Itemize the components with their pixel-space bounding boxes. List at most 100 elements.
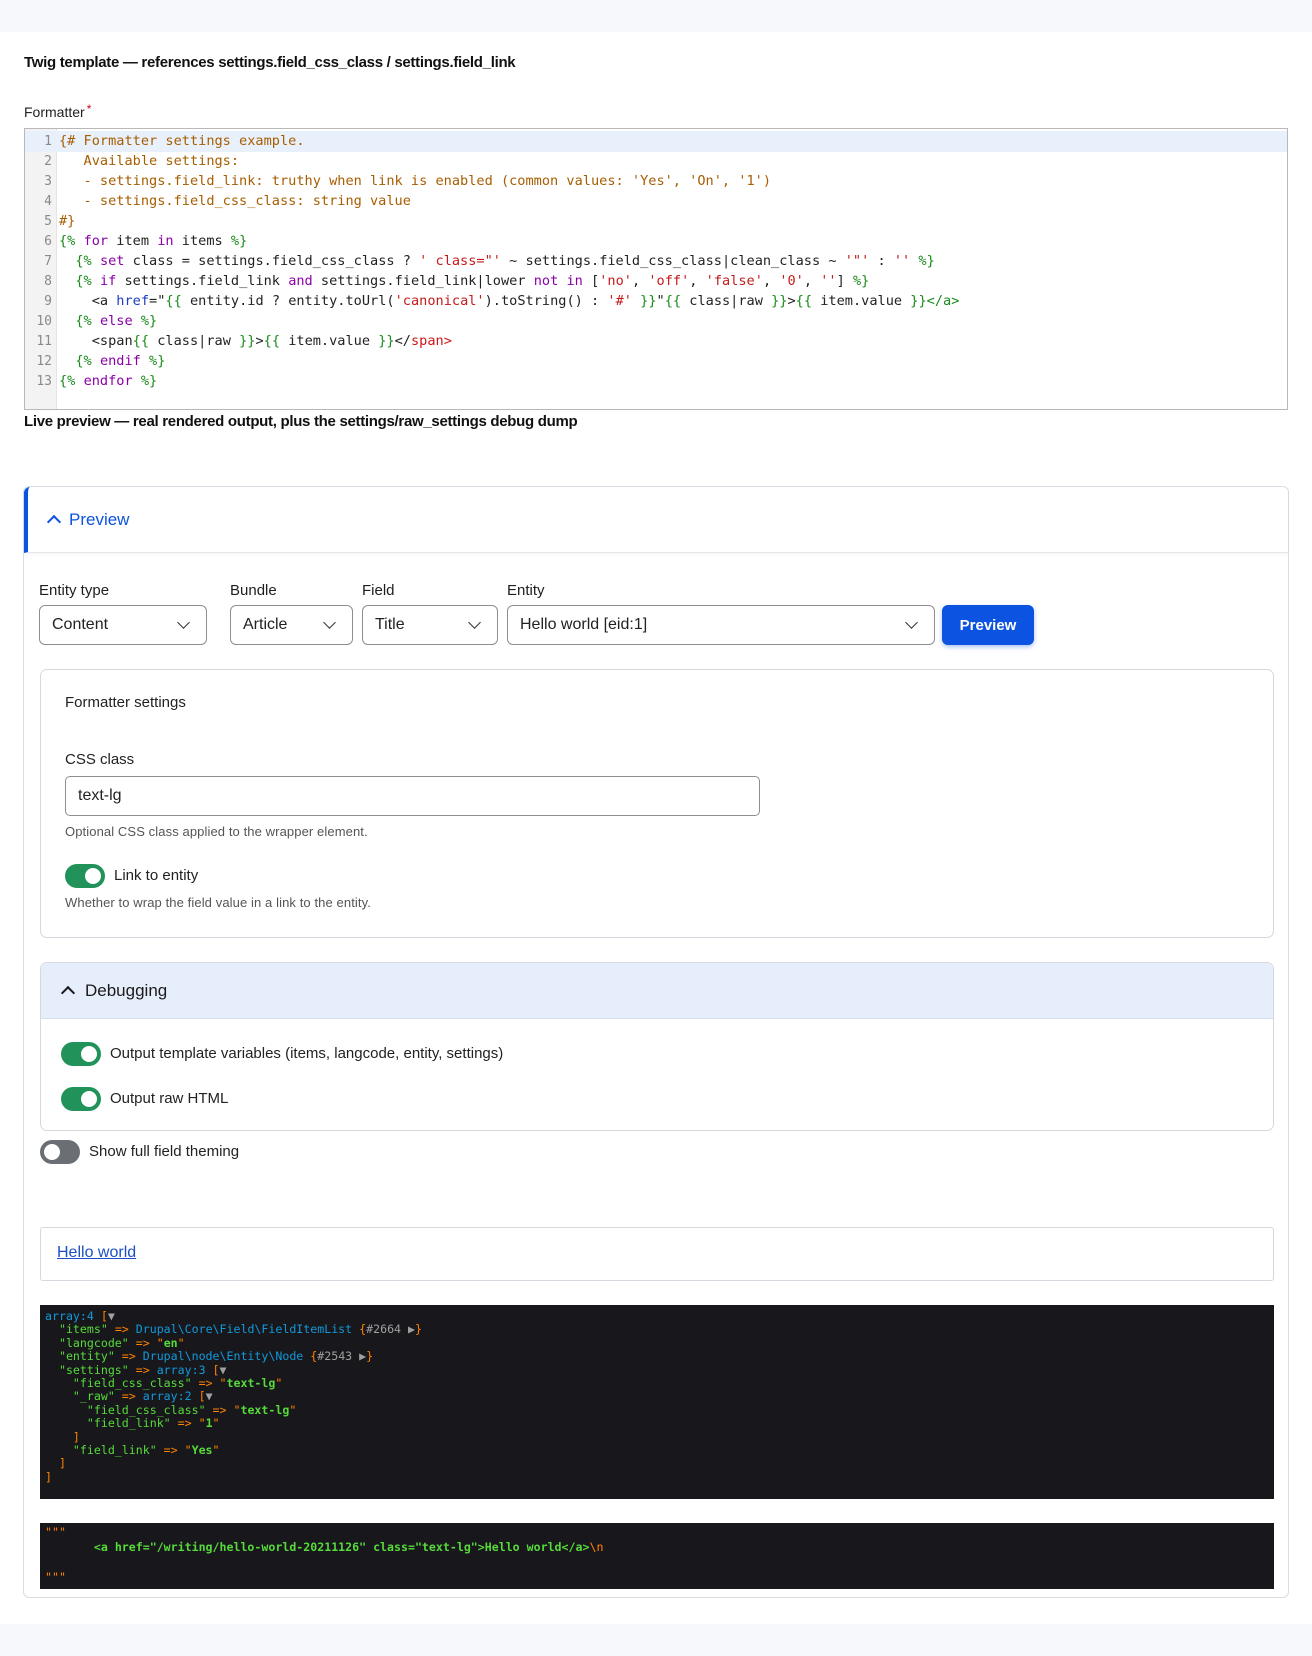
css-class-help: Optional CSS class applied to the wrappe… xyxy=(65,824,368,839)
preview-toggle[interactable]: Preview xyxy=(24,487,1288,553)
code-line[interactable]: 4 - settings.field_css_class: string val… xyxy=(25,191,1287,212)
chevron-down-icon xyxy=(177,616,190,629)
line-number: 12 xyxy=(36,354,52,369)
link-to-entity-label: Link to entity xyxy=(114,867,199,884)
debugging-box: Debugging Output template variables (ite… xyxy=(40,962,1274,1131)
code-line[interactable]: 13 {% endfor %} xyxy=(25,371,1287,392)
dump-line: array:4 [▼ xyxy=(45,1309,115,1323)
code-text: <a href="{{ entity.id ? entity.toUrl('ca… xyxy=(59,293,960,309)
css-class-input[interactable] xyxy=(65,776,760,816)
link-to-entity-toggle[interactable] xyxy=(65,864,105,888)
formatter-settings-box: Formatter settings CSS class Optional CS… xyxy=(40,669,1274,938)
line-number: 11 xyxy=(36,334,52,349)
css-class-label: CSS class xyxy=(65,751,135,768)
code-line[interactable]: 5 #} xyxy=(25,211,1287,232)
debugging-title: Debugging xyxy=(85,981,168,1000)
rendered-hello-world-link[interactable]: Hello world xyxy=(57,1244,136,1262)
dump-line: ] xyxy=(45,1456,66,1471)
dump-line: """ xyxy=(45,1570,66,1584)
raw-html-dump: """ <a href="/writing/hello-world-202111… xyxy=(40,1523,1274,1589)
rendered-output: Hello world xyxy=(40,1227,1274,1281)
live-preview-heading: Live preview — real rendered output, plu… xyxy=(24,413,578,430)
formatter-label: Formatter * xyxy=(24,102,92,120)
formatter-settings-title: Formatter settings xyxy=(65,694,186,711)
entity-label: Entity xyxy=(507,582,545,599)
code-text: Available settings: xyxy=(59,153,240,169)
line-number: 6 xyxy=(44,234,52,249)
code-text: {% for item in items %} xyxy=(59,233,248,249)
dump-line: ] xyxy=(45,1429,80,1444)
entity-type-label: Entity type xyxy=(39,582,110,599)
code-line[interactable]: 10 {% else %} xyxy=(25,311,1287,332)
twig-template-heading: Twig template — references settings.fiel… xyxy=(24,54,516,71)
line-number: 4 xyxy=(44,194,52,209)
required-mark: * xyxy=(86,102,92,116)
code-text: #} xyxy=(59,213,76,229)
output-template-variables-toggle[interactable] xyxy=(61,1042,101,1066)
code-line[interactable]: 9 <a href="{{ entity.id ? entity.toUrl('… xyxy=(25,291,1287,312)
show-full-field-theming-label: Show full field theming xyxy=(89,1143,240,1160)
code-line[interactable]: 8 {% if settings.field_link and settings… xyxy=(25,271,1287,292)
bundle-select[interactable]: Article xyxy=(230,605,353,645)
show-full-field-theming-toggle[interactable] xyxy=(40,1140,80,1164)
entity-select[interactable]: Hello world [eid:1] xyxy=(507,605,935,645)
bundle-label: Bundle xyxy=(230,582,277,599)
preview-section-title: Preview xyxy=(69,510,130,529)
debugging-toggle[interactable]: Debugging xyxy=(41,963,1273,1019)
code-editor[interactable]: 1 {# Formatter settings example. 2 Availab… xyxy=(24,128,1288,410)
dump-line: "field_link" => "Yes" xyxy=(72,1443,220,1457)
page: Twig template — references settings.fiel… xyxy=(0,32,1312,1624)
dump-line: "field_link" => "1" xyxy=(86,1416,220,1431)
code-text: {% endfor %} xyxy=(59,373,158,389)
line-number: 9 xyxy=(44,294,52,309)
link-to-entity-help: Whether to wrap the field value in a lin… xyxy=(65,895,371,910)
dump-line: <a href="/writing/hello-world-20211126" … xyxy=(93,1540,604,1554)
preview-card: Preview Entity type Content Bundle Artic… xyxy=(23,486,1289,1598)
chevron-down-icon xyxy=(468,616,481,629)
chevron-up-icon xyxy=(46,514,62,530)
dump-line: """ xyxy=(45,1525,66,1539)
field-select[interactable]: Title xyxy=(362,605,498,645)
output-template-variables-label: Output template variables (items, langco… xyxy=(110,1045,504,1062)
line-number: 10 xyxy=(36,314,52,329)
code-line[interactable]: 3 - settings.field_link: truthy when lin… xyxy=(25,171,1287,192)
code-line[interactable]: 1 {# Formatter settings example. xyxy=(25,131,1287,152)
line-number: 13 xyxy=(36,374,52,389)
code-line[interactable]: 11 <span{{ class|raw }}>{{ item.value }}… xyxy=(25,331,1287,352)
line-number: 3 xyxy=(44,174,52,189)
dump-line: "field_css_class" => "text-lg" xyxy=(72,1376,283,1390)
chevron-up-icon xyxy=(60,985,76,1001)
entity-type-select[interactable]: Content xyxy=(39,605,207,645)
code-text: {% if settings.field_link and settings.f… xyxy=(75,273,870,289)
code-text: <span{{ class|raw }}>{{ item.value }}</s… xyxy=(59,333,452,349)
line-number: 7 xyxy=(44,254,52,269)
code-line[interactable]: 2 Available settings: xyxy=(25,151,1287,172)
code-text: {% else %} xyxy=(75,313,158,329)
dump-line: "langcode" => "en" xyxy=(58,1335,185,1350)
code-line[interactable]: 7 {% set class = settings.field_css_clas… xyxy=(25,251,1287,272)
dump-line: "_raw" => array:2 [▼ xyxy=(72,1389,213,1404)
code-text: - settings.field_css_class: string value xyxy=(59,193,411,209)
field-label: Field xyxy=(362,582,395,599)
dump-line: "entity" => Drupal\node\Entity\Node {#25… xyxy=(58,1349,374,1364)
chevron-down-icon xyxy=(323,616,336,629)
line-number: 8 xyxy=(44,274,52,289)
preview-button[interactable]: Preview xyxy=(942,605,1034,645)
output-raw-html-label: Output raw HTML xyxy=(110,1090,229,1107)
code-line[interactable]: 6 {% for item in items %} xyxy=(25,231,1287,252)
code-text: {% endif %} xyxy=(75,353,166,369)
output-raw-html-toggle[interactable] xyxy=(61,1087,101,1111)
dump-line: "items" => Drupal\Core\Field\FieldItemLi… xyxy=(58,1322,422,1337)
line-number: 1 xyxy=(44,134,52,149)
variables-dump: array:4 [▼ "items" => Drupal\Core\Field\… xyxy=(40,1305,1274,1499)
code-text: {% set class = settings.field_css_class … xyxy=(75,253,935,269)
dump-line: "field_css_class" => "text-lg" xyxy=(86,1402,297,1417)
line-number: 5 xyxy=(44,214,52,229)
code-text: {# Formatter settings example. xyxy=(59,133,305,149)
line-number: 2 xyxy=(44,154,52,169)
dump-line: "settings" => array:3 [▼ xyxy=(58,1362,227,1377)
dump-line: ] xyxy=(45,1469,52,1484)
code-line[interactable]: 12 {% endif %} xyxy=(25,351,1287,372)
code-text: - settings.field_link: truthy when link … xyxy=(59,173,772,189)
chevron-down-icon xyxy=(905,616,918,629)
